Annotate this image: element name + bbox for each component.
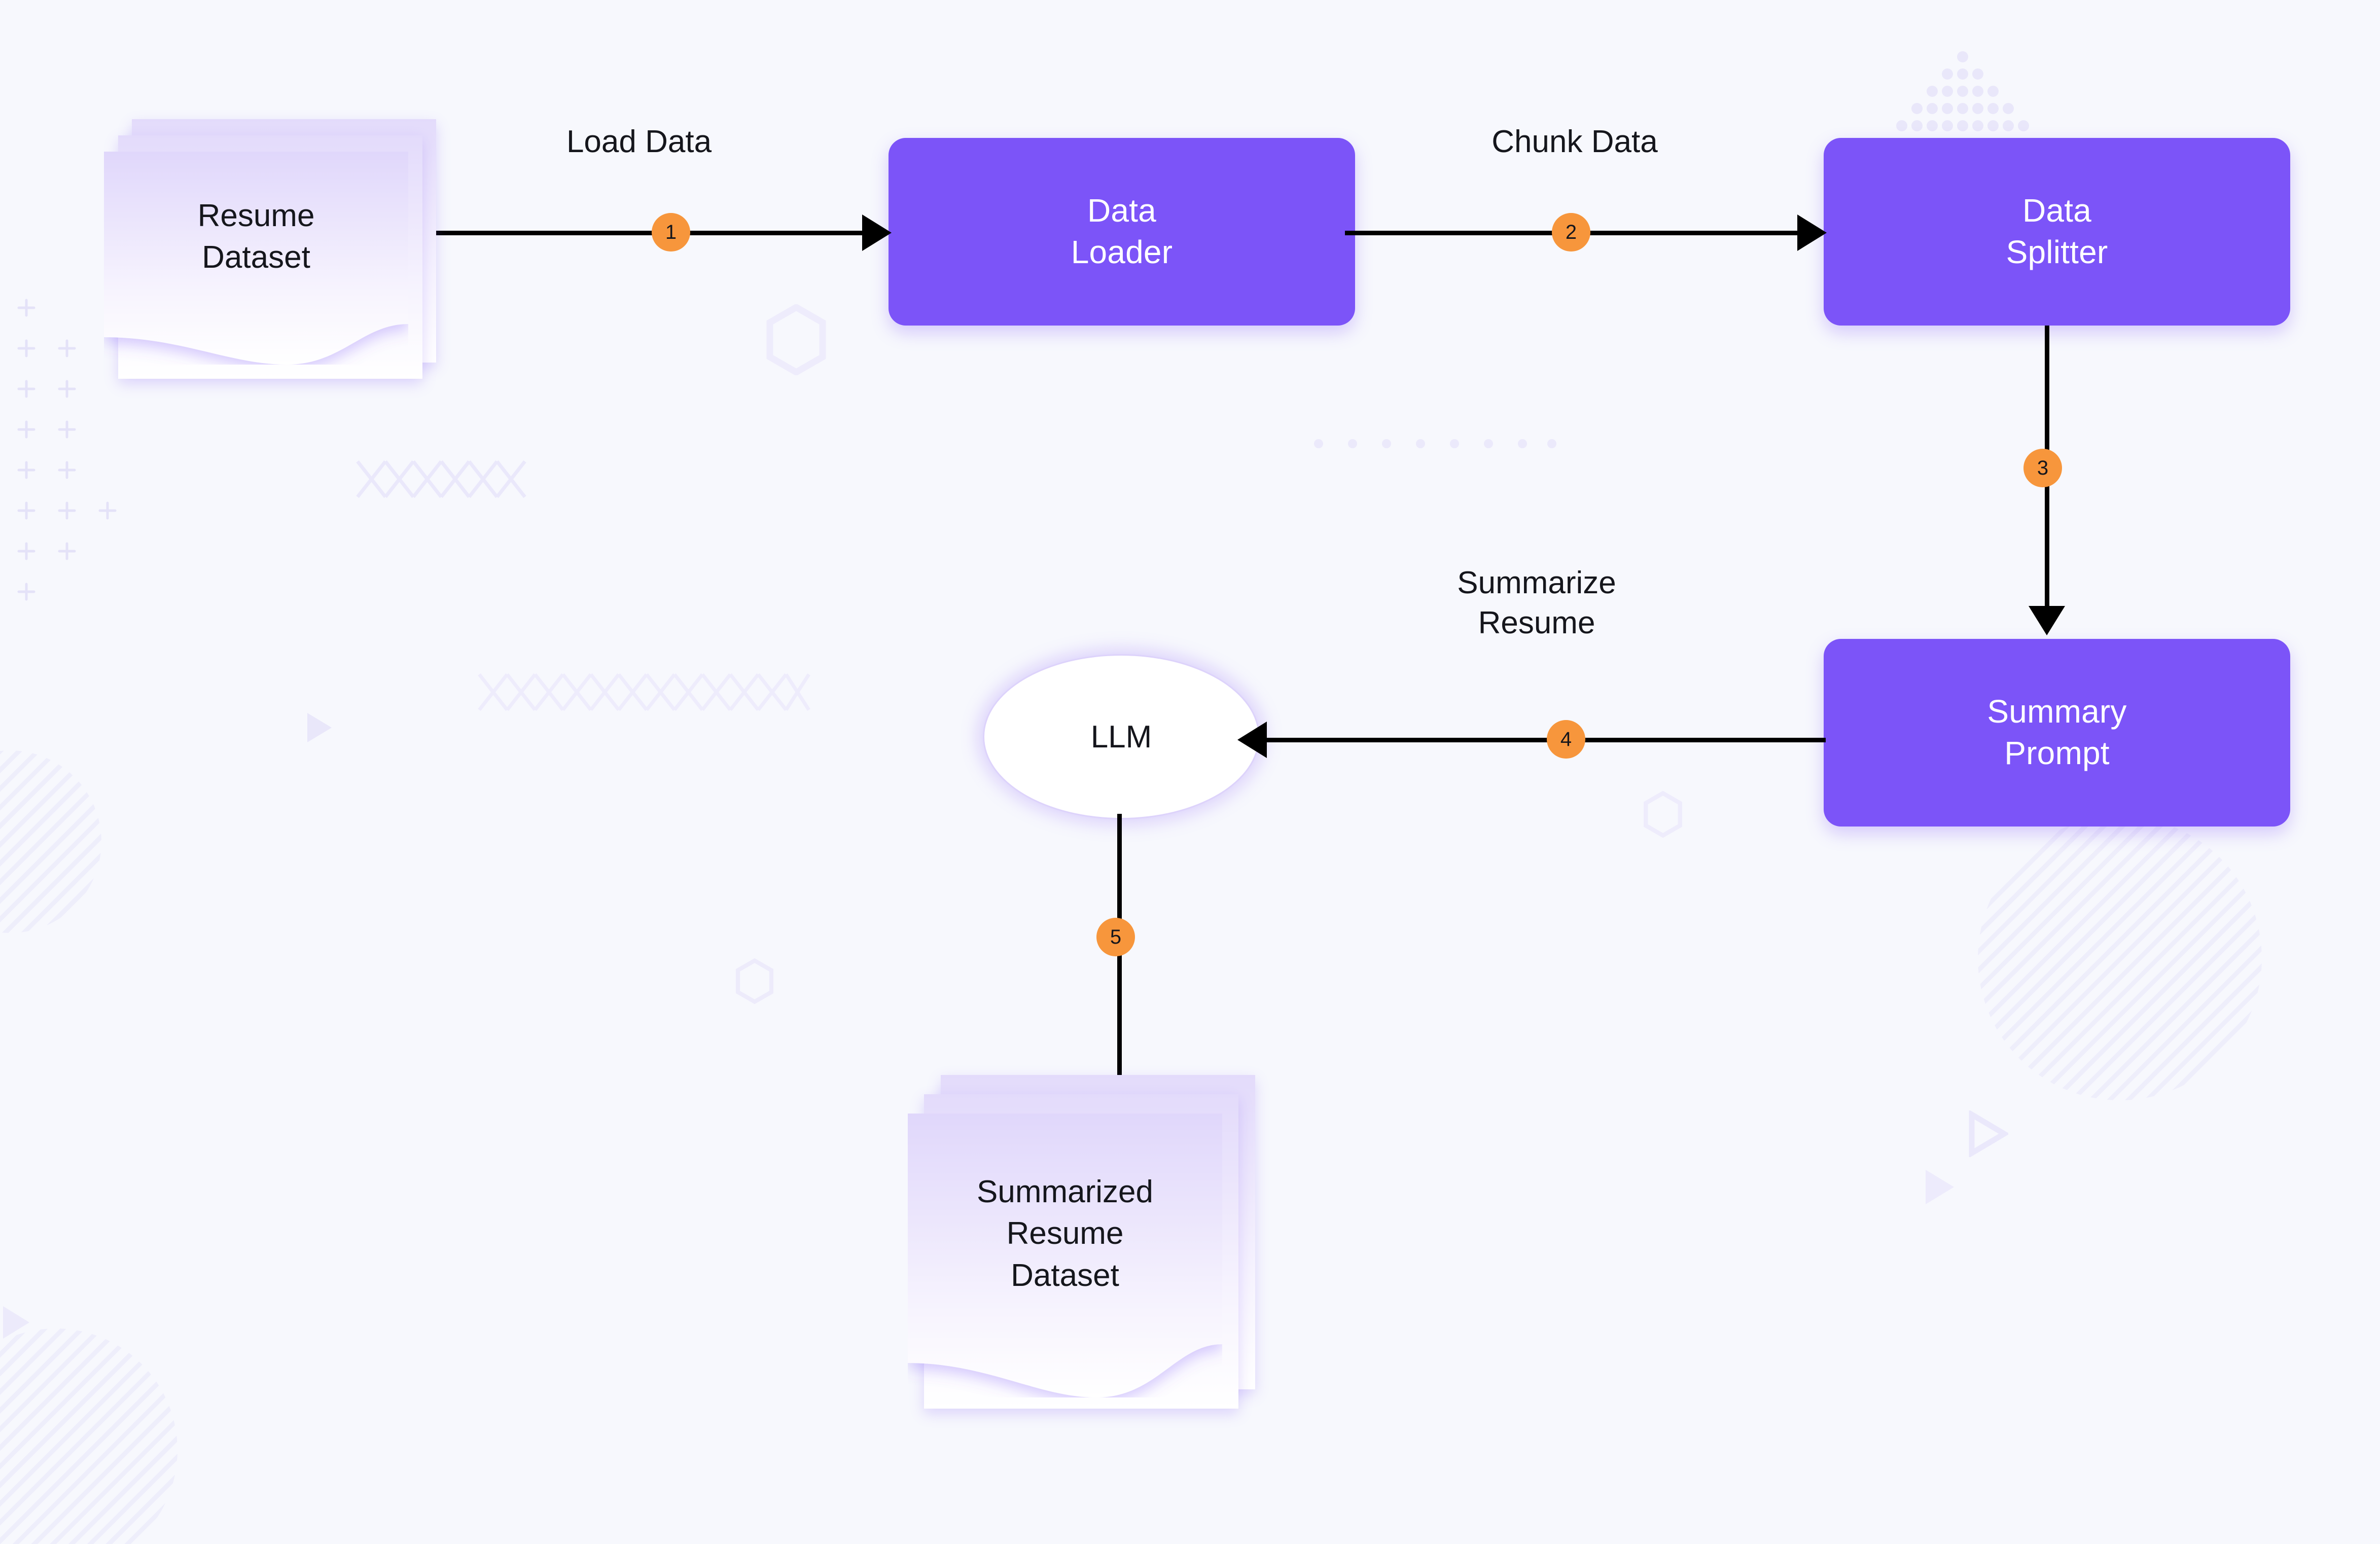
hexagon-decoration-2 bbox=[735, 958, 774, 1004]
triangle-decoration-1 bbox=[307, 713, 332, 742]
node-resume-dataset-label: Resume Dataset bbox=[197, 198, 315, 275]
hexagon-decoration-3 bbox=[1643, 791, 1683, 838]
triangle-decoration-4 bbox=[3, 1306, 29, 1339]
node-data-loader-label: Data Loader bbox=[1071, 192, 1173, 270]
edge-2-step-badge: 2 bbox=[1552, 213, 1590, 252]
diagram-canvas: Resume Dataset Data Loader Data Splitter… bbox=[0, 0, 2380, 1544]
edge-2-arrowhead bbox=[1797, 214, 1827, 251]
node-summary-prompt[interactable]: Summary Prompt bbox=[1824, 639, 2290, 827]
node-summarized-dataset-label: Summarized Resume Dataset bbox=[977, 1174, 1153, 1293]
edge-1-step-badge: 1 bbox=[652, 213, 690, 252]
node-summary-prompt-label: Summary Prompt bbox=[1987, 693, 2127, 771]
edge-4-line bbox=[1265, 738, 1826, 742]
striped-circle-decoration-3 bbox=[0, 750, 101, 933]
triangle-decoration-2 bbox=[1969, 1110, 2008, 1157]
node-resume-dataset[interactable]: Resume Dataset bbox=[104, 119, 439, 403]
zigzag-decoration-1 bbox=[356, 460, 526, 498]
node-llm[interactable]: LLM bbox=[983, 654, 1260, 819]
edge-4-step-badge: 4 bbox=[1547, 720, 1585, 759]
node-data-splitter-label: Data Splitter bbox=[2006, 192, 2108, 270]
edge-1-line bbox=[412, 231, 863, 235]
striped-circle-decoration-1 bbox=[1978, 816, 2262, 1100]
zigzag-decoration-2 bbox=[478, 673, 810, 711]
node-data-loader[interactable]: Data Loader bbox=[889, 138, 1355, 326]
edge-4-label: Summarize Resume bbox=[1457, 565, 1616, 641]
edge-1-label: Load Data bbox=[566, 124, 712, 159]
edge-3-step-badge: 3 bbox=[2023, 449, 2062, 487]
triangle-decoration-3 bbox=[1926, 1170, 1954, 1204]
edge-3-arrowhead bbox=[2029, 606, 2065, 635]
edge-4-arrowhead bbox=[1237, 722, 1267, 758]
hexagon-decoration-1 bbox=[766, 304, 826, 375]
striped-circle-decoration-2 bbox=[0, 1328, 177, 1544]
edge-5-step-badge: 5 bbox=[1096, 918, 1135, 956]
edge-2-label: Chunk Data bbox=[1491, 124, 1658, 159]
node-summarized-dataset[interactable]: Summarized Resume Dataset bbox=[908, 1075, 1278, 1470]
edge-1-arrowhead bbox=[862, 214, 892, 251]
node-data-splitter[interactable]: Data Splitter bbox=[1824, 138, 2290, 326]
dot-row-decoration bbox=[1314, 439, 1556, 448]
node-llm-label: LLM bbox=[1090, 719, 1152, 755]
